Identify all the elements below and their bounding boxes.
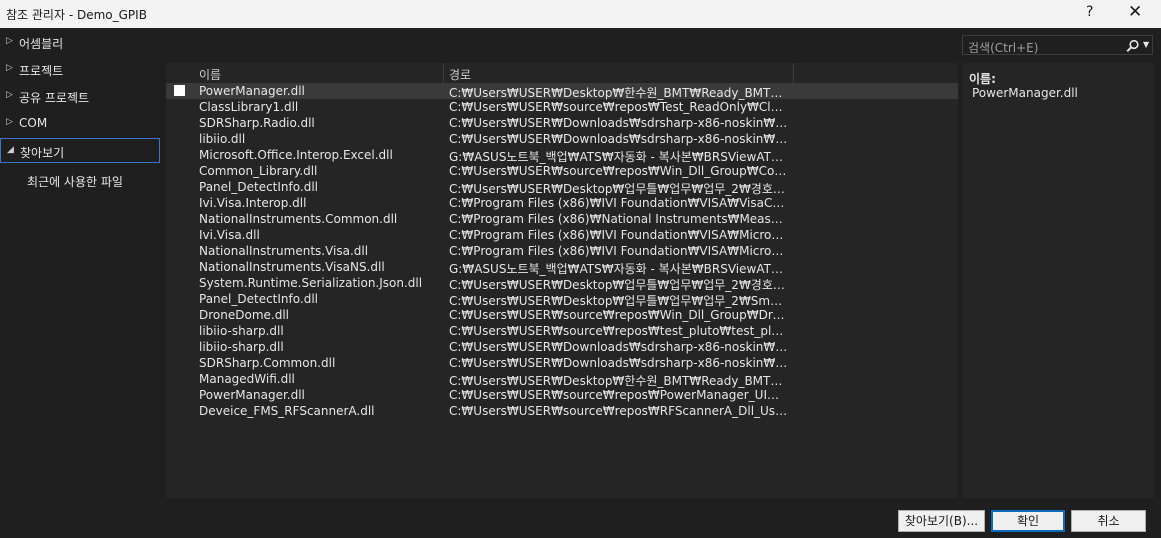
row-name: NationalInstruments.Common.dll (199, 212, 398, 226)
row-path: C:₩Program Files (x86)₩National Instrume… (449, 212, 789, 226)
table-row[interactable]: Microsoft.Office.Interop.Excel.dll G:₩ASU… (166, 147, 958, 164)
table-row[interactable]: SDRSharp.Radio.dll C:₩Users₩USER₩Download… (166, 115, 958, 131)
table-row[interactable]: NationalInstruments.Visa.dll C:₩Program F… (166, 243, 958, 259)
sidebar-item-label: COM (19, 116, 48, 130)
table-row[interactable]: libiio-sharp.dll C:₩Users₩USER₩source₩rep… (166, 323, 958, 339)
table-row[interactable]: Ivi.Visa.Interop.dll C:₩Program Files (x8… (166, 195, 958, 211)
collapse-arrow-icon[interactable]: ◢ (7, 145, 14, 155)
cancel-button[interactable]: 취소 (1071, 510, 1146, 532)
sidebar-item-com[interactable]: ▷ COM (0, 111, 160, 136)
table-row[interactable]: PowerManager.dll C:₩Users₩USER₩source₩rep… (166, 387, 958, 403)
sidebar-item-label: 찾아보기 (20, 146, 65, 160)
search-box[interactable]: 검색(Ctrl+E) ▼ (962, 35, 1153, 55)
row-path: C:₩Users₩USER₩source₩repos₩RFScannerA_Dl… (449, 404, 789, 418)
list-header: 이름 경로 (166, 63, 958, 84)
table-row[interactable]: DroneDome.dll C:₩Users₩USER₩source₩repos₩… (166, 307, 958, 323)
column-separator[interactable] (443, 63, 444, 83)
row-name: NationalInstruments.VisaNS.dll (199, 260, 385, 274)
ok-button[interactable]: 확인 (991, 510, 1065, 532)
row-name: PowerManager.dll (199, 84, 305, 98)
row-path: C:₩Users₩USER₩source₩repos₩Win_Dll_Group… (449, 164, 789, 178)
dialog-footer: 찾아보기(B)... 확인 취소 (0, 499, 1161, 538)
row-name: NationalInstruments.Visa.dll (199, 244, 369, 258)
details-pane: 이름: PowerManager.dll (962, 63, 1154, 498)
help-button[interactable]: ? (1086, 4, 1093, 20)
row-name: PowerManager.dll (199, 388, 305, 402)
browse-button[interactable]: 찾아보기(B)... (898, 510, 985, 532)
details-name-value: PowerManager.dll (972, 86, 1078, 100)
title-bar: 참조 관리자 - Demo_GPIB ? ✕ (0, 0, 1161, 28)
table-row[interactable]: NationalInstruments.Common.dll C:₩Program… (166, 211, 958, 227)
row-name: libiio.dll (199, 132, 246, 146)
table-row[interactable]: libiio-sharp.dll C:₩Users₩USER₩Downloads₩… (166, 339, 958, 355)
row-name: Deveice_FMS_RFScannerA.dll (199, 404, 375, 418)
sidebar-item-recent-files[interactable]: 최근에 사용한 파일 (27, 173, 123, 190)
sidebar-item-shared-projects[interactable]: ▷ 공유 프로젝트 (0, 84, 160, 109)
table-row[interactable]: Ivi.Visa.dll C:₩Program Files (x86)₩IVI F… (166, 227, 958, 243)
row-path: C:₩Program Files (x86)₩IVI Foundation₩VI… (449, 244, 789, 258)
expand-arrow-icon[interactable]: ▷ (6, 90, 13, 100)
row-name: ClassLibrary1.dll (199, 100, 299, 114)
row-path: C:₩Program Files (x86)₩IVI Foundation₩VI… (449, 196, 789, 210)
row-path: C:₩Users₩USER₩source₩repos₩Win_Dll_Group… (449, 308, 789, 322)
row-path: C:₩Users₩USER₩Downloads₩sdrsharp-x86-nos… (449, 132, 789, 146)
sidebar-item-label: 프로젝트 (19, 64, 64, 78)
table-row[interactable]: Common_Library.dll C:₩Users₩USER₩source₩r… (166, 163, 958, 179)
table-row[interactable]: Panel_DetectInfo.dll C:₩Users₩USER₩Deskto… (166, 179, 958, 196)
table-row[interactable]: SDRSharp.Common.dll C:₩Users₩USER₩Downloa… (166, 355, 958, 371)
sidebar-item-label: 어셈블리 (19, 37, 64, 51)
row-checkbox[interactable] (174, 85, 185, 96)
row-name: Ivi.Visa.dll (199, 228, 260, 242)
table-row[interactable]: System.Runtime.Serialization.Json.dll C:₩… (166, 275, 958, 292)
row-name: Ivi.Visa.Interop.dll (199, 196, 307, 210)
expand-arrow-icon[interactable]: ▷ (6, 117, 13, 127)
chevron-down-icon[interactable]: ▼ (1143, 40, 1149, 49)
table-row[interactable]: ClassLibrary1.dll C:₩Users₩USER₩source₩re… (166, 99, 958, 115)
expand-arrow-icon[interactable]: ▷ (6, 63, 13, 73)
close-button[interactable]: ✕ (1128, 2, 1142, 22)
row-name: Common_Library.dll (199, 164, 318, 178)
row-name: Microsoft.Office.Interop.Excel.dll (199, 148, 393, 162)
column-header-path[interactable]: 경로 (449, 66, 471, 83)
table-row[interactable]: libiio.dll C:₩Users₩USER₩Downloads₩sdrsha… (166, 131, 958, 147)
sidebar-item-browse[interactable]: ◢ 찾아보기 (0, 138, 160, 163)
details-name-label: 이름: (969, 72, 996, 86)
table-row[interactable]: Deveice_FMS_RFScannerA.dll C:₩Users₩USER₩… (166, 403, 958, 419)
reference-list: 이름 경로 PowerManager.dll C:₩Users₩USER₩Desk… (166, 63, 958, 498)
row-name: SDRSharp.Common.dll (199, 356, 336, 370)
sidebar: ▷ 어셈블리 ▷ 프로젝트 ▷ 공유 프로젝트 ▷ COM ◢ 찾아보기 최근에… (0, 29, 162, 499)
row-name: Panel_DetectInfo.dll (199, 180, 318, 194)
table-row[interactable]: ManagedWifi.dll C:₩Users₩USER₩Desktop₩한수원… (166, 371, 958, 388)
row-path: C:₩Users₩USER₩source₩repos₩test_pluto₩te… (449, 324, 789, 338)
sidebar-item-projects[interactable]: ▷ 프로젝트 (0, 57, 160, 82)
row-name: System.Runtime.Serialization.Json.dll (199, 276, 423, 290)
table-row[interactable]: PowerManager.dll C:₩Users₩USER₩Desktop₩한수… (166, 83, 958, 100)
window-title: 참조 관리자 - Demo_GPIB (6, 8, 147, 22)
sidebar-item-assemblies[interactable]: ▷ 어셈블리 (0, 30, 160, 55)
row-name: SDRSharp.Radio.dll (199, 116, 315, 130)
column-header-name[interactable]: 이름 (199, 66, 221, 83)
expand-arrow-icon[interactable]: ▷ (6, 36, 13, 46)
row-path: C:₩Users₩USER₩source₩repos₩PowerManager_… (449, 388, 789, 402)
row-path: C:₩Users₩USER₩Downloads₩sdrsharp-x86-nos… (449, 116, 789, 130)
row-name: libiio-sharp.dll (199, 324, 284, 338)
row-path: C:₩Users₩USER₩Downloads₩sdrsharp-x86-nos… (449, 340, 789, 354)
search-input[interactable]: 검색(Ctrl+E) (968, 39, 1038, 56)
sidebar-item-label: 공유 프로젝트 (19, 91, 90, 105)
row-path: C:₩Program Files (x86)₩IVI Foundation₩VI… (449, 228, 789, 242)
row-name: libiio-sharp.dll (199, 340, 284, 354)
table-row[interactable]: Panel_DetectInfo.dll C:₩Users₩USER₩Deskto… (166, 291, 958, 308)
column-separator[interactable] (793, 63, 794, 83)
row-name: DroneDome.dll (199, 308, 289, 322)
row-name: ManagedWifi.dll (199, 372, 295, 386)
search-icon[interactable] (1126, 37, 1140, 57)
row-name: Panel_DetectInfo.dll (199, 292, 318, 306)
row-path: C:₩Users₩USER₩source₩repos₩Test_ReadOnly… (449, 100, 789, 114)
row-path: C:₩Users₩USER₩Downloads₩sdrsharp-x86-nos… (449, 356, 789, 370)
table-row[interactable]: NationalInstruments.VisaNS.dll G:₩ASUS노트북… (166, 259, 958, 276)
